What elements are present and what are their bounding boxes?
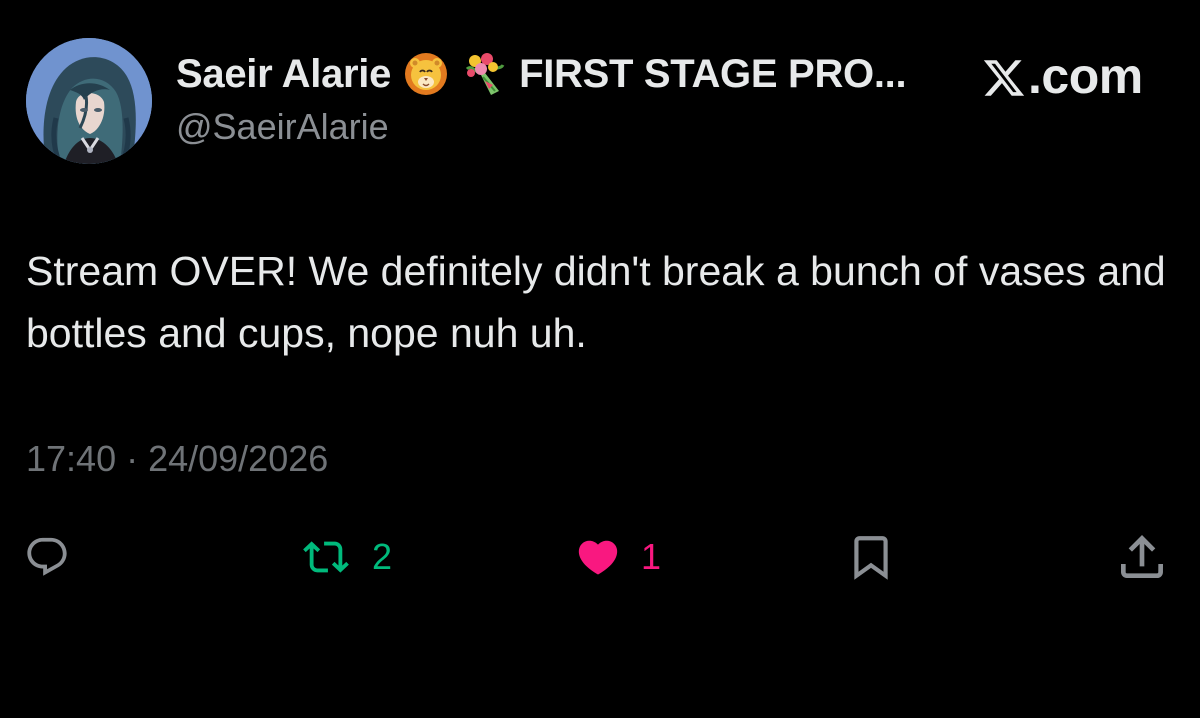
repost-button[interactable]: 2 [296, 522, 392, 592]
tweet-text: Stream OVER! We definitely didn't break … [26, 248, 1166, 356]
avatar[interactable] [26, 38, 152, 164]
like-count: 1 [641, 536, 662, 577]
action-bar: 2 1 [0, 522, 1200, 592]
repost-icon [296, 534, 356, 580]
author-display-name[interactable]: Saeir Alarie [176, 52, 391, 97]
author-name-suffix[interactable]: FIRST STAGE PRO... [519, 52, 907, 97]
author-handle[interactable]: @SaeirAlarie [176, 106, 389, 148]
x-logo-icon [982, 54, 1026, 98]
source-domain-text: .com [1028, 48, 1143, 104]
tweet-timestamp[interactable]: 17:40 · 24/09/2026 [26, 438, 328, 480]
avatar-image [26, 38, 152, 164]
heart-icon [571, 534, 625, 580]
bookmark-button[interactable] [846, 522, 896, 592]
source-label: .com [982, 48, 1143, 104]
reply-icon [24, 534, 70, 580]
like-button[interactable]: 1 [571, 522, 661, 592]
lion-face-emoji-icon [403, 51, 449, 97]
bookmark-icon [846, 532, 896, 582]
share-button[interactable] [1114, 522, 1170, 592]
share-icon [1114, 529, 1170, 585]
repost-count: 2 [372, 536, 393, 577]
bouquet-emoji-icon [461, 51, 507, 97]
tweet-card: Saeir Alarie FIRST STAGE PRO... .com @Sa… [0, 0, 1200, 718]
author-name-row: Saeir Alarie FIRST STAGE PRO... [176, 46, 907, 102]
reply-button[interactable] [24, 522, 70, 592]
